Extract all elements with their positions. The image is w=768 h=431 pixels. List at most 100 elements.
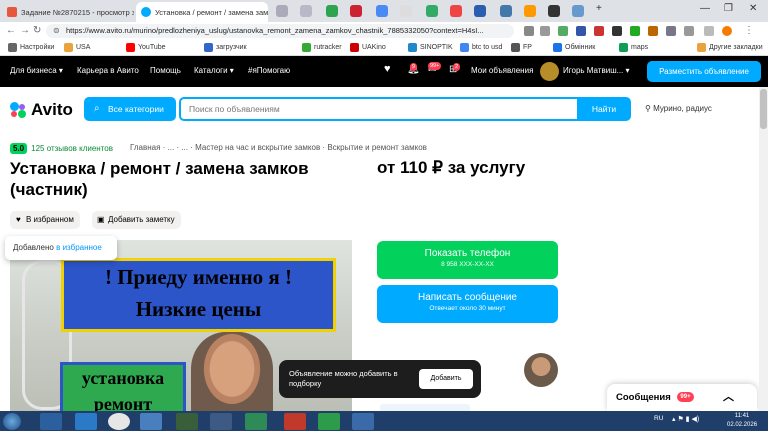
nav-business[interactable]: Для бизнеса ▾ [10,66,63,75]
chat-badge: 99+ [677,392,694,403]
tab-task[interactable]: Задание №2870215 - просмотр з ✕ [2,2,134,22]
breadcrumb[interactable]: Главная · ... · ... · Мастер на час и вс… [130,143,427,152]
extension-icon[interactable] [576,26,586,36]
messages-chat-bar[interactable]: Сообщения 99+ ︿ [607,384,757,411]
puzzle-icon[interactable] [684,26,694,36]
share-icon[interactable] [524,26,534,36]
profile-avatar-icon[interactable] [722,26,732,36]
taskbar-explorer-icon[interactable] [40,413,62,430]
bookmark-maps[interactable]: maps [619,43,648,52]
location-pin-icon: ⚲ [645,104,651,113]
bookmark-loader[interactable]: загрузчик [204,43,247,52]
tab-avito[interactable]: Установка / ремонт / замена зам ✕ [136,2,268,22]
extension-icon[interactable] [612,26,622,36]
tab-mini-icon[interactable] [326,5,338,17]
site-info-icon[interactable]: ⊜ [53,24,60,38]
bookmark-youtube[interactable]: YouTube [126,43,166,52]
folder-icon [64,43,73,52]
page-scrollbar[interactable] [759,87,768,411]
nav-help[interactable]: Помощь [150,66,181,75]
tab-mini-icon[interactable] [572,5,584,17]
taskbar-app-icon[interactable] [140,413,162,430]
kebab-menu-icon[interactable]: ⋮ [744,25,754,36]
tab-mini-icon[interactable] [474,5,486,17]
taskbar-app-icon[interactable] [75,413,97,430]
show-phone-button[interactable]: Показать телефон 8 958 XXX-XX-XX [377,241,558,279]
bookmark-btc[interactable]: btc to usd [460,43,502,52]
taskbar-app-icon[interactable] [176,413,198,430]
tab-mini-icon[interactable] [376,5,388,17]
favorites-heart-icon[interactable]: ♥ [384,63,391,75]
all-categories-button[interactable]: ⌕ Все категории [84,97,176,121]
seller-rating[interactable]: 5.0 125 отзывов клиентов [10,143,113,154]
tab-mini-icon[interactable] [548,5,560,17]
bookmark-rutracker[interactable]: rutracker [302,43,342,52]
search-input[interactable]: Поиск по объявлениям [179,97,579,121]
sp-favicon-icon [7,7,17,17]
bookmark-uakino[interactable]: UAKino [350,43,386,52]
bookmarks-bar: Настройки USA YouTube загрузчик rutracke… [0,40,768,56]
tab-mini-icon[interactable] [524,5,536,17]
nav-career[interactable]: Карьера в Авито [77,66,139,75]
new-tab-plus-icon[interactable]: + [596,3,602,14]
maximize-icon[interactable]: ❐ [724,3,733,14]
sidebar-icon[interactable] [704,26,714,36]
taskbar-app-icon[interactable] [245,413,267,430]
bookmark-usa[interactable]: USA [64,43,90,52]
tray-icons[interactable]: ▴ ⚑ ▮ ◀) [672,415,699,423]
taskbar-app-icon[interactable] [318,413,340,430]
avito-logo[interactable]: Avito [10,100,73,120]
minimize-icon[interactable]: — [700,3,710,14]
favorite-button[interactable]: ♥ В избранном [10,211,80,229]
tab-mini-icon[interactable] [426,5,438,17]
bookmark-settings[interactable]: Настройки [8,43,54,52]
extension-icon[interactable] [558,26,568,36]
bookmark-sinoptik[interactable]: SINOPTIK [408,43,453,52]
bookmark-star-icon[interactable] [540,26,550,36]
taskbar-app-icon[interactable] [352,413,374,430]
chevron-up-icon[interactable]: ︿ [723,384,734,411]
taskbar-chrome-icon[interactable] [108,413,130,430]
my-ads-link[interactable]: Мои объявления [471,66,533,75]
reviews-link[interactable]: 125 отзывов клиентов [31,144,113,153]
bookmark-fp[interactable]: FP [511,43,532,52]
scrollbar-thumb[interactable] [760,89,767,129]
find-button[interactable]: Найти [577,97,631,121]
taskbar-64-icon[interactable] [284,413,306,430]
system-clock[interactable]: 11:41 02.02.2026 [727,411,757,430]
place-ad-button[interactable]: Разместить объявление [647,61,761,82]
messages-badge: 99+ [428,62,442,70]
tab-mini-icon[interactable] [300,5,312,17]
reload-icon[interactable]: ↻ [33,25,41,36]
bookmark-exchanger[interactable]: Обмінник [553,43,595,52]
add-to-collection-button[interactable]: Добавить [419,369,473,389]
close-window-icon[interactable]: ✕ [749,3,757,14]
user-avatar[interactable] [540,62,559,81]
bookmark-other[interactable]: Другие закладки [697,43,763,52]
add-note-button[interactable]: ▣ Добавить заметку [92,211,181,229]
tab-mini-icon[interactable] [276,5,288,17]
nav-catalogs[interactable]: Каталоги ▾ [194,66,234,75]
url-bar[interactable]: ⊜ https://www.avito.ru/murino/predlozhen… [46,24,514,38]
user-name[interactable]: Игорь Матвиш... ▾ [563,66,630,75]
location-selector[interactable]: ⚲ Мурино, радиус [645,104,712,113]
language-indicator[interactable]: RU [654,415,663,422]
start-button-icon[interactable] [3,413,21,430]
forward-icon[interactable]: → [20,25,30,36]
extension-icon[interactable] [630,26,640,36]
extension-icon[interactable] [648,26,658,36]
nav-ya-pomogayu[interactable]: #яПомогаю [248,66,290,75]
write-message-button[interactable]: Написать сообщение Отвечает около 30 мин… [377,285,558,323]
extension-icon[interactable] [594,26,604,36]
seller-avatar[interactable] [524,353,558,387]
tab-mini-icon[interactable] [400,5,412,17]
tab-mini-icon[interactable] [500,5,512,17]
taskbar-app-icon[interactable] [210,413,232,430]
extension-icon[interactable] [666,26,676,36]
back-icon[interactable]: ← [6,25,16,36]
add-to-collection-toast: Объявление можно добавить в подборку Доб… [279,360,481,398]
tab-mini-icon[interactable] [350,5,362,17]
tab-mini-icon[interactable] [450,5,462,17]
favorites-link[interactable]: в избранное [56,243,102,252]
photo-sign-top: ! Приеду именно я ! Низкие цены [61,258,336,332]
